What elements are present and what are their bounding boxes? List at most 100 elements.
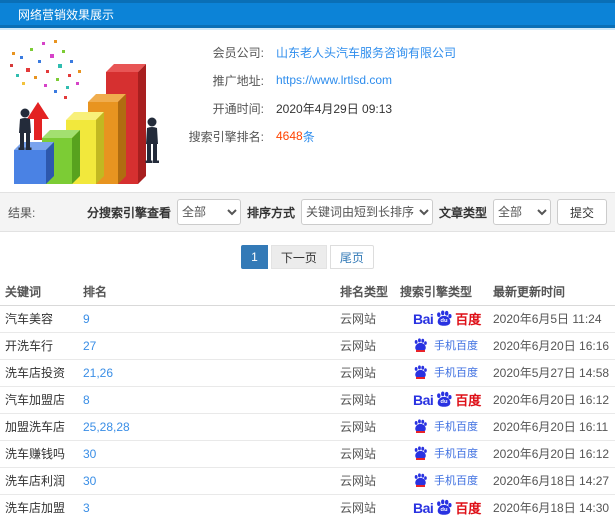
table-row: 汽车加盟店 8 云网站 Bai du 百度 2020年6月20日 16:12 [0, 386, 615, 414]
baidu-logo: Bai du 百度 [413, 391, 482, 409]
update-time-cell: 2020年6月20日 16:16 [493, 332, 615, 360]
rank-cell[interactable]: 30 [83, 440, 340, 468]
rank-cell[interactable]: 27 [83, 332, 340, 360]
member-company-label: 会员公司: [212, 45, 264, 60]
baidu-paw-icon [414, 365, 427, 378]
update-time-cell: 2020年5月27日 14:58 [493, 359, 615, 387]
page-title: 网络营销效果展示 [18, 7, 115, 22]
engine-rank-label: 搜索引擎排名: [188, 129, 264, 144]
engine-rank-count: 4648 [276, 129, 303, 143]
red-underline [416, 485, 425, 488]
pagination: 1 下一页 尾页 [0, 245, 615, 269]
bar-chart-illustration [0, 30, 182, 188]
open-time-label: 开通时间: [212, 101, 264, 116]
keyword-cell: 洗车赚钱吗 [0, 440, 83, 468]
keyword-cell: 汽车美容 [0, 305, 83, 333]
last-page-button[interactable]: 尾页 [329, 245, 374, 269]
baidu-paw-icon [414, 338, 427, 351]
baidu-logo: Bai du 百度 [413, 499, 482, 517]
table-row: 汽车美容 9 云网站 Bai du 百度 2020年6月5日 11:24 [0, 305, 615, 333]
member-company-link[interactable]: 山东老人头汽车服务咨询有限公司 [276, 44, 456, 61]
businessman-right [145, 117, 159, 163]
mobile-baidu-logo: 手机百度 [413, 418, 478, 434]
rank-type-cell: 云网站 [340, 440, 400, 468]
svg-text:du: du [441, 400, 449, 406]
red-underline [416, 458, 425, 461]
mobile-baidu-logo: 手机百度 [413, 364, 478, 380]
update-time-cell: 2020年6月20日 16:12 [493, 386, 615, 414]
baidu-paw-icon [414, 473, 427, 486]
rank-cell[interactable]: 25,28,28 [83, 413, 340, 441]
keyword-cell: 开洗车行 [0, 332, 83, 360]
filter-controls: 分搜索引擎查看 全部 排序方式 关键词由短到长排序 文章类型 全部 提交 [87, 199, 607, 225]
keyword-cell: 洗车店投资 [0, 359, 83, 387]
baidu-paw-icon: du [437, 310, 452, 327]
rank-cell[interactable]: 21,26 [83, 359, 340, 387]
table-row: 开洗车行 27 云网站 手机百度 2020年6月20日 16:16 [0, 332, 615, 360]
engine-filter-label: 分搜索引擎查看 [86, 205, 171, 220]
result-label: 结果: [8, 205, 36, 220]
mobile-baidu-logo: 手机百度 [413, 445, 478, 461]
engine-cell: Bai du 百度 [400, 305, 493, 333]
open-time-row: 开通时间: 2020年4月29日 09:13 [182, 94, 615, 122]
svg-text:du: du [441, 508, 449, 514]
svg-text:du: du [441, 319, 449, 325]
engine-rank-unit[interactable]: 条 [303, 128, 315, 145]
engine-cell: 手机百度 [400, 332, 493, 360]
baidu-paw-icon [414, 419, 427, 432]
rank-type-cell: 云网站 [340, 386, 400, 414]
rank-cell[interactable]: 3 [83, 494, 340, 520]
baidu-paw-icon: du [437, 499, 452, 516]
company-info: 会员公司: 山东老人头汽车服务咨询有限公司 推广地址: https://www.… [182, 30, 615, 190]
rank-cell[interactable]: 30 [83, 467, 340, 495]
rank-cell[interactable]: 8 [83, 386, 340, 414]
keyword-cell: 洗车店利润 [0, 467, 83, 495]
table-body: 汽车美容 9 云网站 Bai du 百度 2020年6月5日 11:24 开洗车行 27 云网站手… [0, 305, 615, 520]
promo-url-label: 推广地址: [212, 73, 264, 88]
mobile-baidu-logo: 手机百度 [413, 337, 478, 353]
table-row: 洗车赚钱吗 30 云网站 手机百度 2020年6月20日 16:12 [0, 440, 615, 468]
update-time-cell: 2020年6月18日 14:30 [493, 494, 615, 520]
col-rank-type: 排名类型 [340, 279, 400, 306]
update-time-cell: 2020年6月20日 16:12 [493, 440, 615, 468]
next-page-button[interactable]: 下一页 [270, 245, 327, 269]
keyword-cell: 加盟洗车店 [0, 413, 83, 441]
table-row: 洗车店加盟 3 云网站 Bai du 百度 2020年6月18日 14:30 [0, 494, 615, 520]
red-underline [416, 377, 425, 380]
submit-button[interactable]: 提交 [556, 199, 607, 225]
rank-type-cell: 云网站 [340, 494, 400, 520]
keyword-cell: 洗车店加盟 [0, 494, 83, 520]
red-underline [416, 431, 425, 434]
sort-label: 排序方式 [246, 205, 295, 220]
rank-cell[interactable]: 9 [83, 305, 340, 333]
red-underline [416, 350, 425, 353]
engine-rank-row: 搜索引擎排名: 4648 条 [182, 122, 615, 150]
engine-cell: 手机百度 [400, 359, 493, 387]
page-1-button[interactable]: 1 [241, 245, 268, 269]
promo-url-link[interactable]: https://www.lrtlsd.com [276, 73, 392, 87]
baidu-paw-icon: du [437, 391, 452, 408]
update-time-cell: 2020年6月20日 16:11 [493, 413, 615, 441]
col-update-time: 最新更新时间 [493, 279, 615, 306]
table-row: 洗车店利润 30 云网站 手机百度 2020年6月18日 14:27 [0, 467, 615, 495]
update-time-cell: 2020年6月5日 11:24 [493, 305, 615, 333]
col-engine-type: 搜索引擎类型 [400, 279, 493, 306]
article-type-select[interactable]: 全部 [492, 199, 551, 225]
engine-filter-select[interactable]: 全部 [176, 199, 241, 225]
keyword-rank-table: 关键词 排名 排名类型 搜索引擎类型 最新更新时间 汽车美容 9 云网站 Bai du 百… [0, 279, 615, 520]
rank-type-cell: 云网站 [340, 413, 400, 441]
rank-type-cell: 云网站 [340, 305, 400, 333]
filter-bar: 结果: 分搜索引擎查看 全部 排序方式 关键词由短到长排序 文章类型 全部 提交 [0, 192, 615, 232]
member-company-row: 会员公司: 山东老人头汽车服务咨询有限公司 [182, 38, 615, 66]
baidu-logo: Bai du 百度 [413, 310, 482, 328]
update-time-cell: 2020年6月18日 14:27 [493, 467, 615, 495]
engine-cell: 手机百度 [400, 440, 493, 468]
sort-select[interactable]: 关键词由短到长排序 [300, 199, 433, 225]
baidu-paw-icon [414, 446, 427, 459]
mobile-baidu-logo: 手机百度 [413, 472, 478, 488]
confetti-dots [10, 40, 81, 99]
engine-cell: Bai du 百度 [400, 386, 493, 414]
engine-cell: 手机百度 [400, 413, 493, 441]
table-row: 洗车店投资 21,26 云网站 手机百度 2020年5月27日 14:58 [0, 359, 615, 387]
table-header-row: 关键词 排名 排名类型 搜索引擎类型 最新更新时间 [0, 279, 615, 306]
